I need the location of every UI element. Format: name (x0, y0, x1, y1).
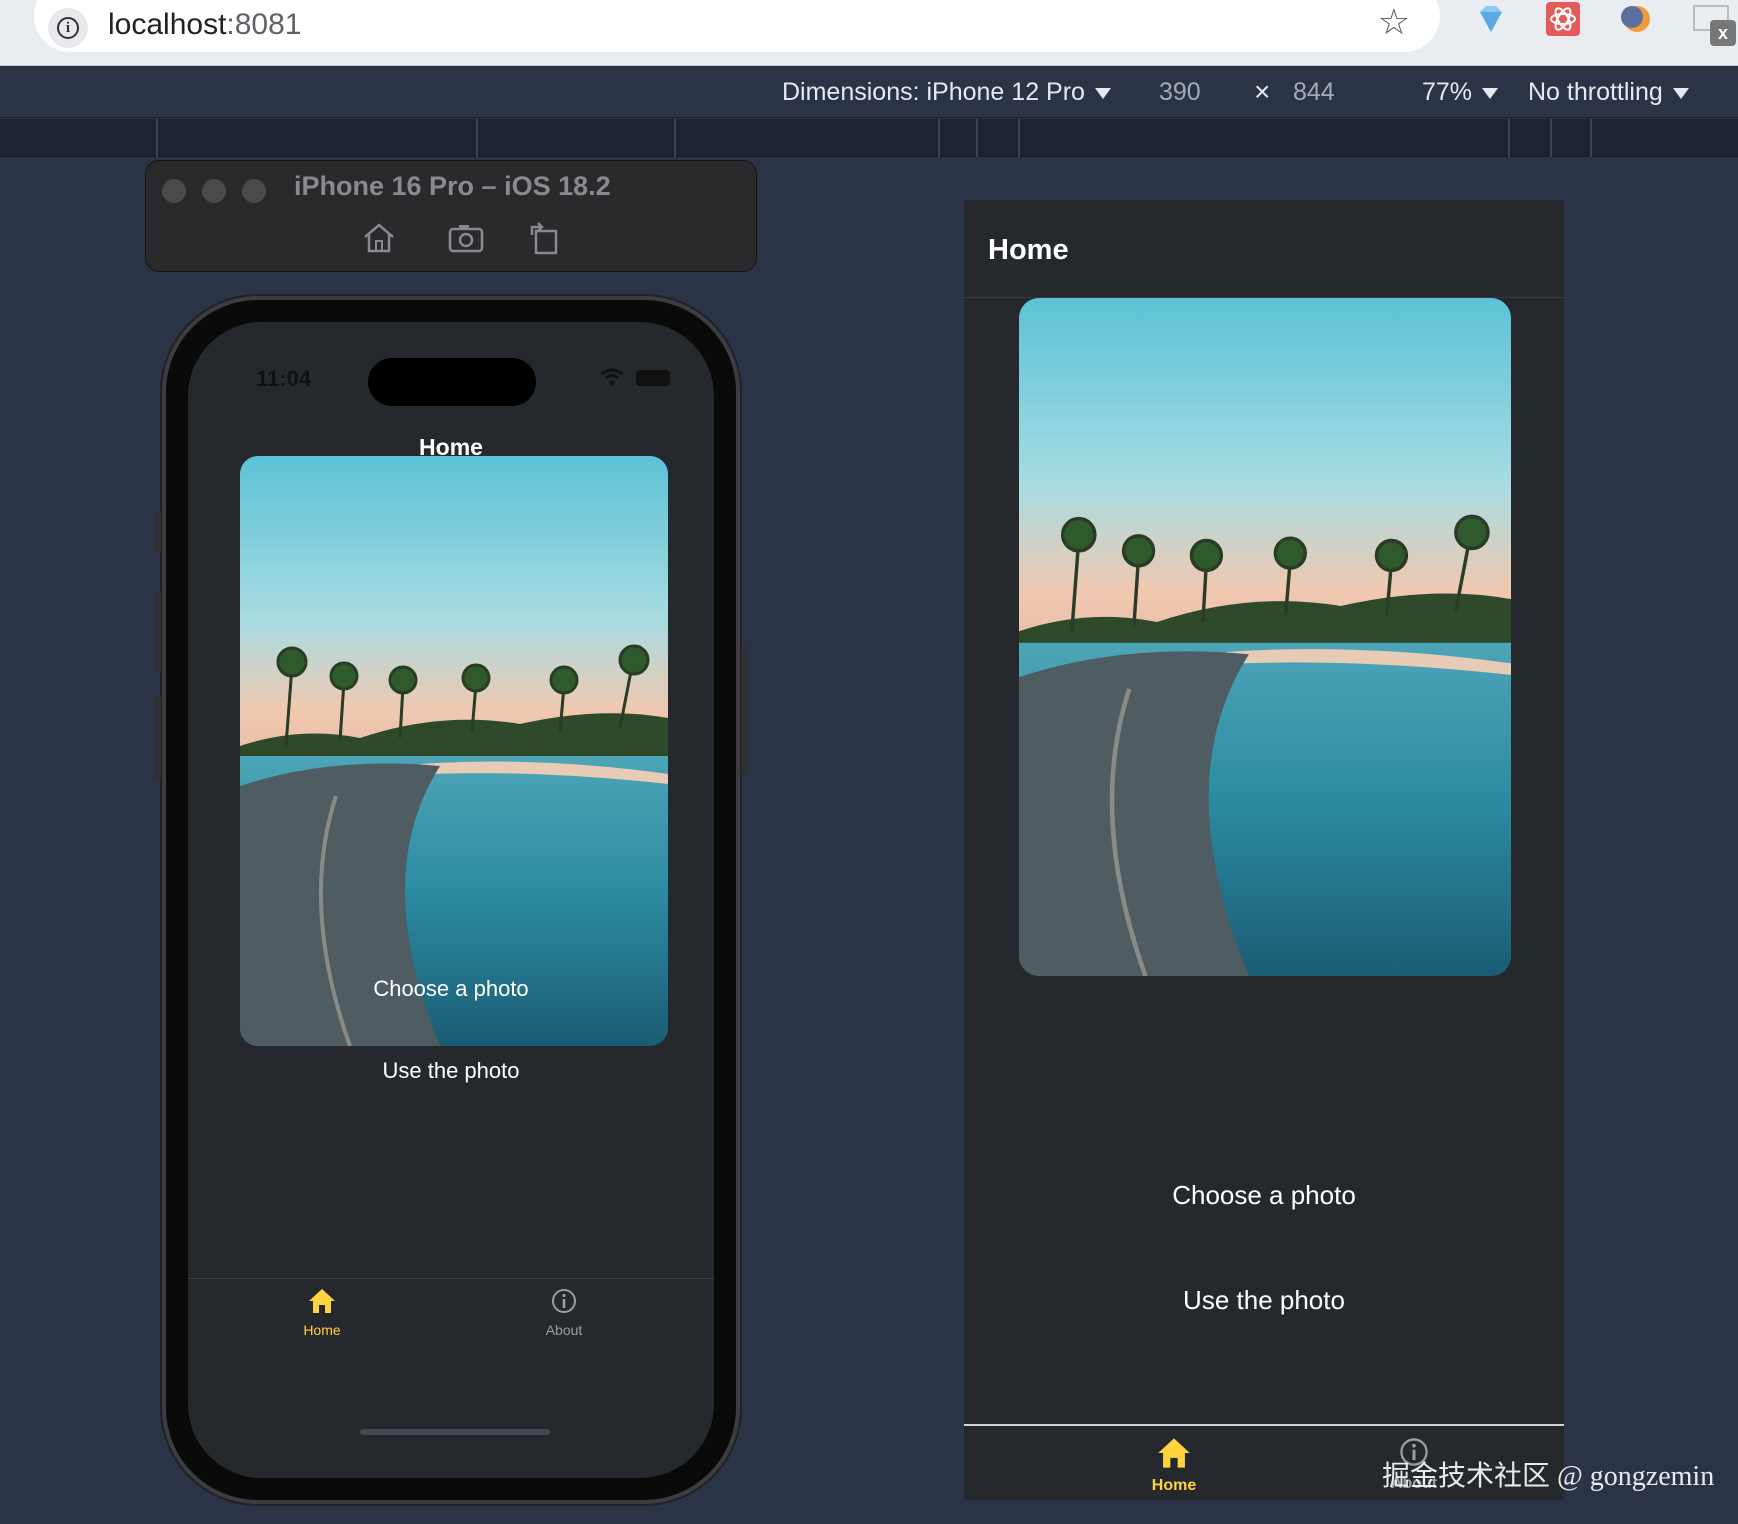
tab-about-label: About (545, 1322, 583, 1338)
url-host: localhost (108, 8, 227, 41)
browser-toolbar: i localhost:8081 ☆ x (0, 0, 1738, 66)
address-bar[interactable]: i localhost:8081 ☆ (34, 0, 1440, 52)
device-toolbar: Dimensions: iPhone 12 Pro 390 × 844 77% … (0, 66, 1738, 118)
gem-extension-icon[interactable] (1474, 2, 1508, 36)
home-icon (309, 1289, 335, 1313)
beach-photo (240, 456, 668, 1046)
choose-photo-button[interactable]: Choose a photo (188, 976, 714, 1002)
phone-screen: 11:04 Home Choose a photo Use the photo … (188, 322, 714, 1478)
url-port: :8081 (226, 8, 302, 41)
wifi-icon (601, 368, 623, 386)
star-icon[interactable]: ☆ (1378, 4, 1410, 40)
status-icons (560, 368, 670, 388)
power-button (741, 644, 748, 774)
tab-bar: Home About (188, 1278, 714, 1478)
volume-down-button (154, 696, 161, 780)
close-x-extension-icon[interactable]: x (1692, 2, 1736, 46)
width-input[interactable]: 390 (1159, 78, 1201, 107)
status-time: 11:04 (256, 366, 312, 391)
tab-home[interactable]: Home (1114, 1436, 1234, 1495)
watermark: 掘金技术社区 @ gongzemin (1382, 1461, 1715, 1492)
action-button (154, 510, 161, 554)
times-icon: × (1254, 76, 1271, 107)
info-icon[interactable]: i (48, 8, 88, 48)
header: Home (964, 200, 1564, 298)
simulator-window-bar: iPhone 16 Pro – iOS 18.2 (145, 160, 757, 272)
home-icon (1158, 1438, 1190, 1468)
info-circle-icon (552, 1289, 576, 1313)
screenshot-icon[interactable] (448, 221, 484, 255)
moon-extension-icon[interactable] (1620, 2, 1654, 36)
use-photo-button[interactable]: Use the photo (188, 1058, 714, 1084)
throttling-dropdown[interactable]: No throttling (1528, 78, 1689, 107)
close-window-button[interactable] (162, 179, 186, 203)
media-query-ruler[interactable] (0, 119, 1738, 157)
zoom-window-button[interactable] (242, 179, 266, 203)
choose-photo-button[interactable]: Choose a photo (964, 1180, 1564, 1211)
tab-home-label: Home (1151, 1477, 1197, 1494)
beach-photo (1019, 298, 1511, 976)
url-text[interactable]: localhost:8081 (108, 8, 301, 42)
volume-up-button (154, 590, 161, 674)
home-icon[interactable] (361, 221, 397, 255)
home-indicator[interactable] (360, 1429, 550, 1435)
web-preview: Home Choose a photo Use the photo Home A… (964, 200, 1564, 1500)
page-title: Home (988, 234, 1069, 266)
dimensions-dropdown[interactable]: Dimensions: iPhone 12 Pro (782, 78, 1111, 107)
battery-icon (636, 370, 670, 386)
zoom-dropdown[interactable]: 77% (1422, 78, 1499, 107)
rotate-icon[interactable] (526, 221, 562, 255)
simulator-title: iPhone 16 Pro – iOS 18.2 (294, 171, 611, 201)
tab-home[interactable]: Home (262, 1287, 382, 1338)
use-photo-button[interactable]: Use the photo (964, 1285, 1564, 1316)
dynamic-island (368, 358, 536, 406)
tab-home-label: Home (303, 1322, 341, 1338)
minimize-window-button[interactable] (202, 179, 226, 203)
height-input[interactable]: 844 (1293, 78, 1335, 107)
react-devtools-icon[interactable] (1546, 2, 1580, 36)
iphone-simulator: 11:04 Home Choose a photo Use the photo … (154, 296, 748, 1504)
tab-about[interactable]: About (504, 1287, 624, 1338)
